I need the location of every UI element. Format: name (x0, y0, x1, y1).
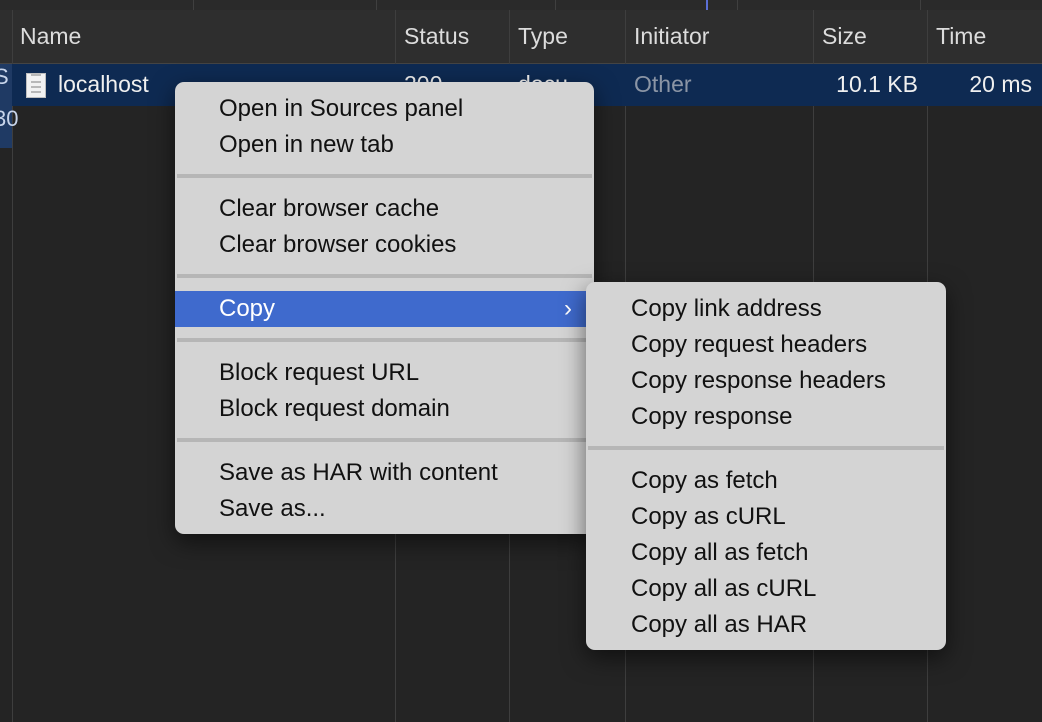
column-header-time[interactable]: Time (928, 10, 986, 64)
gutter-text: 30 (0, 106, 19, 131)
context-menu: Open in Sources panel Open in new tab Cl… (175, 82, 594, 534)
overview-time-marker (706, 0, 708, 10)
column-header-size[interactable]: Size (814, 10, 867, 64)
submenu-item-copy-as-curl[interactable]: Copy as cURL (586, 499, 946, 535)
submenu-item-copy-link-address[interactable]: Copy link address (586, 291, 946, 327)
menu-separator (177, 438, 592, 442)
menu-item-clear-browser-cache[interactable]: Clear browser cache (175, 191, 594, 227)
copy-submenu: Copy link address Copy request headers C… (586, 282, 946, 650)
menu-item-copy[interactable]: Copy › (175, 291, 594, 327)
submenu-item-copy-all-as-curl[interactable]: Copy all as cURL (586, 571, 946, 607)
menu-separator (588, 446, 944, 450)
column-header-type[interactable]: Type (510, 10, 568, 64)
menu-item-block-request-domain[interactable]: Block request domain (175, 391, 594, 427)
menu-item-copy-label: Copy (219, 295, 276, 322)
overview-divider (555, 0, 556, 10)
column-header-status[interactable]: Status (396, 10, 469, 64)
submenu-item-copy-response[interactable]: Copy response (586, 399, 946, 435)
gutter-text: S (0, 64, 9, 89)
submenu-item-copy-response-headers[interactable]: Copy response headers (586, 363, 946, 399)
network-table-header: Name Status Type Initiator Size Time (0, 10, 1042, 64)
network-overview-strip (0, 0, 1042, 10)
menu-separator (177, 274, 592, 278)
menu-item-save-as-har[interactable]: Save as HAR with content (175, 455, 594, 491)
submenu-item-copy-as-fetch[interactable]: Copy as fetch (586, 463, 946, 499)
menu-item-block-request-url[interactable]: Block request URL (175, 355, 594, 391)
menu-item-open-in-sources[interactable]: Open in Sources panel (175, 91, 594, 127)
overview-divider (737, 0, 738, 10)
menu-item-clear-browser-cookies[interactable]: Clear browser cookies (175, 227, 594, 263)
submenu-item-copy-request-headers[interactable]: Copy request headers (586, 327, 946, 363)
document-icon (26, 73, 46, 98)
menu-separator (177, 338, 592, 342)
menu-item-save-as[interactable]: Save as... (175, 491, 594, 527)
request-time: 20 ms (969, 71, 1032, 97)
menu-separator (177, 174, 592, 178)
request-name: localhost (58, 71, 149, 97)
submenu-item-copy-all-as-fetch[interactable]: Copy all as fetch (586, 535, 946, 571)
overview-divider (376, 0, 377, 10)
left-gutter: S 30 (0, 64, 18, 148)
column-header-name[interactable]: Name (12, 10, 81, 64)
request-size: 10.1 KB (836, 71, 918, 97)
menu-item-open-in-new-tab[interactable]: Open in new tab (175, 127, 594, 163)
request-initiator[interactable]: Other (634, 64, 692, 106)
chevron-right-icon: › (564, 295, 572, 322)
column-header-initiator[interactable]: Initiator (626, 10, 709, 64)
submenu-item-copy-all-as-har[interactable]: Copy all as HAR (586, 607, 946, 643)
overview-divider (920, 0, 921, 10)
overview-divider (193, 0, 194, 10)
